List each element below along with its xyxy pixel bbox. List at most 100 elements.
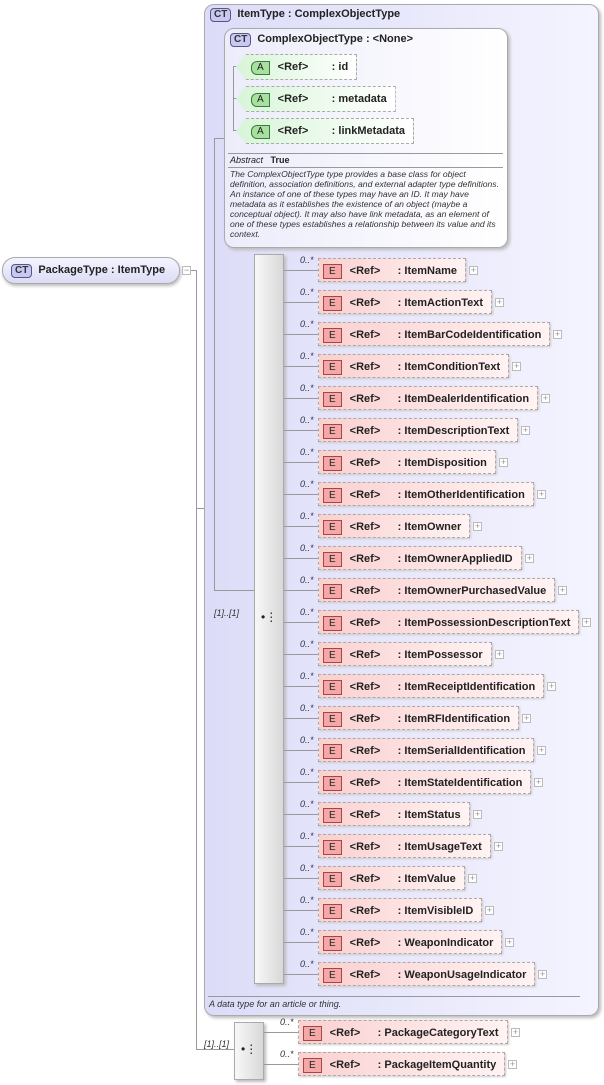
root-type: ItemType: [117, 264, 166, 276]
ref-label: <Ref>: [349, 617, 381, 629]
connector: [214, 138, 215, 590]
element-icon: E: [323, 584, 342, 599]
cardinality: 0..*: [300, 607, 314, 617]
expand-toggle[interactable]: +: [473, 810, 482, 819]
element-item-status[interactable]: E <Ref>: ItemStatus: [318, 802, 470, 826]
connector: [214, 138, 224, 139]
element-name: : ItemPossessionDescriptionText: [397, 617, 571, 629]
connector: [284, 398, 318, 399]
element-item-description-text[interactable]: E <Ref>: ItemDescriptionText: [318, 418, 519, 442]
element-item-owner-purchased-value[interactable]: E <Ref>: ItemOwnerPurchasedValue: [318, 578, 556, 602]
expand-toggle[interactable]: +: [525, 554, 534, 563]
connector: [284, 558, 318, 559]
element-item-dealer-identification[interactable]: E <Ref>: ItemDealerIdentification: [318, 386, 539, 410]
attribute-metadata[interactable]: A <Ref>: metadata: [236, 86, 396, 112]
expand-toggle[interactable]: +: [494, 842, 503, 851]
element-item-possession-description-text[interactable]: E <Ref>: ItemPossessionDescriptionText: [318, 610, 580, 634]
element-icon: E: [323, 712, 342, 727]
element-item-condition-text[interactable]: E <Ref>: ItemConditionText: [318, 354, 510, 378]
cardinality: 0..*: [300, 575, 314, 585]
element-package-category-text[interactable]: E <Ref>: PackageCategoryText: [298, 1020, 508, 1044]
expand-toggle[interactable]: +: [485, 906, 494, 915]
connector: [284, 462, 318, 463]
element-name: : ItemReceiptIdentification: [397, 681, 536, 693]
element-item-other-identification[interactable]: E <Ref>: ItemOtherIdentification: [318, 482, 534, 506]
expand-toggle[interactable]: +: [473, 522, 482, 531]
element-weapon-indicator[interactable]: E <Ref>: WeaponIndicator: [318, 930, 503, 954]
expand-toggle[interactable]: +: [495, 650, 504, 659]
expand-toggle[interactable]: +: [499, 458, 508, 467]
element-item-serial-identification[interactable]: E <Ref>: ItemSerialIdentification: [318, 738, 535, 762]
ref-label: <Ref>: [349, 553, 381, 565]
expand-toggle[interactable]: +: [541, 394, 550, 403]
package-type-node[interactable]: CT PackageType : ItemType: [2, 257, 180, 284]
element-item-action-text[interactable]: E <Ref>: ItemActionText: [318, 290, 493, 314]
expand-toggle[interactable]: +: [534, 778, 543, 787]
connector: [196, 1049, 234, 1050]
element-name: : ItemConditionText: [397, 361, 501, 373]
element-icon: E: [323, 520, 342, 535]
expand-toggle[interactable]: +: [547, 682, 556, 691]
ref-label: <Ref>: [349, 393, 381, 405]
expand-toggle[interactable]: +: [582, 618, 591, 627]
ref-label: <Ref>: [349, 969, 381, 981]
element-item-visible-id[interactable]: E <Ref>: ItemVisibleID: [318, 898, 483, 922]
ref-label: <Ref>: [349, 297, 381, 309]
element-package-item-quantity[interactable]: E <Ref>: PackageItemQuantity: [298, 1052, 506, 1076]
element-item-usage-text[interactable]: E <Ref>: ItemUsageText: [318, 834, 491, 858]
element-name: : ItemActionText: [397, 297, 484, 309]
ref-label: <Ref>: [329, 1059, 361, 1071]
expand-toggle[interactable]: +: [522, 714, 531, 723]
expand-toggle[interactable]: +: [538, 970, 547, 979]
connector: [284, 782, 318, 783]
element-icon: E: [323, 552, 342, 567]
element-item-disposition[interactable]: E <Ref>: ItemDisposition: [318, 450, 496, 474]
item-type-header[interactable]: CT ItemType : ComplexObjectType: [210, 8, 400, 22]
expand-toggle[interactable]: +: [537, 490, 546, 499]
element-icon: E: [323, 744, 342, 759]
ref-label: <Ref>: [349, 329, 381, 341]
element-weapon-usage-indicator[interactable]: E <Ref>: WeaponUsageIndicator: [318, 962, 536, 986]
element-name: : ItemDisposition: [397, 457, 487, 469]
cardinality: 0..*: [280, 1049, 294, 1059]
divider: [228, 153, 503, 154]
element-icon: E: [323, 936, 342, 951]
ref-label: <Ref>: [277, 61, 309, 73]
attribute-name: : metadata: [331, 93, 387, 105]
element-item-name[interactable]: E <Ref>: ItemName: [318, 258, 466, 282]
expand-toggle[interactable]: +: [511, 1028, 520, 1037]
element-icon: E: [323, 488, 342, 503]
attribute-linkMetadata[interactable]: A <Ref>: linkMetadata: [236, 118, 415, 144]
expand-toggle[interactable]: +: [558, 586, 567, 595]
element-item-owner[interactable]: E <Ref>: ItemOwner: [318, 514, 471, 538]
complex-type-icon: CT: [230, 33, 252, 47]
element-item-owner-applied-id[interactable]: E <Ref> : ItemOwnerAppliedID: [318, 546, 522, 570]
element-name: : ItemPossessor: [397, 649, 483, 661]
complex-object-type-header[interactable]: CT ComplexObjectType : <None>: [230, 33, 413, 47]
element-item-value[interactable]: E <Ref>: ItemValue: [318, 866, 465, 890]
ref-label: <Ref>: [349, 873, 381, 885]
element-item-rfidentification[interactable]: E <Ref>: ItemRFIdentification: [318, 706, 520, 730]
element-item-bar-code-identification[interactable]: E <Ref>: ItemBarCodeIdentification: [318, 322, 551, 346]
collapse-toggle[interactable]: −: [182, 266, 191, 275]
connector: [284, 622, 318, 623]
ref-label: <Ref>: [349, 489, 381, 501]
expand-toggle[interactable]: +: [553, 330, 562, 339]
element-name: : ItemOwnerAppliedID: [397, 553, 513, 565]
ref-label: <Ref>: [349, 521, 381, 533]
expand-toggle[interactable]: +: [521, 426, 530, 435]
expand-toggle[interactable]: +: [505, 938, 514, 947]
element-item-possessor[interactable]: E <Ref>: ItemPossessor: [318, 642, 492, 666]
element-name: : ItemSerialIdentification: [397, 745, 526, 757]
expand-toggle[interactable]: +: [469, 266, 478, 275]
expand-toggle[interactable]: +: [495, 298, 504, 307]
expand-toggle[interactable]: +: [508, 1060, 517, 1069]
attribute-id[interactable]: A <Ref>: id: [236, 54, 358, 80]
expand-toggle[interactable]: +: [468, 874, 477, 883]
expand-toggle[interactable]: +: [512, 362, 521, 371]
element-item-state-identification[interactable]: E <Ref>: ItemStateIdentification: [318, 770, 532, 794]
element-icon: E: [323, 968, 342, 983]
element-item-receipt-identification[interactable]: E <Ref>: ItemReceiptIdentification: [318, 674, 545, 698]
expand-toggle[interactable]: +: [537, 746, 546, 755]
connector: [284, 814, 318, 815]
